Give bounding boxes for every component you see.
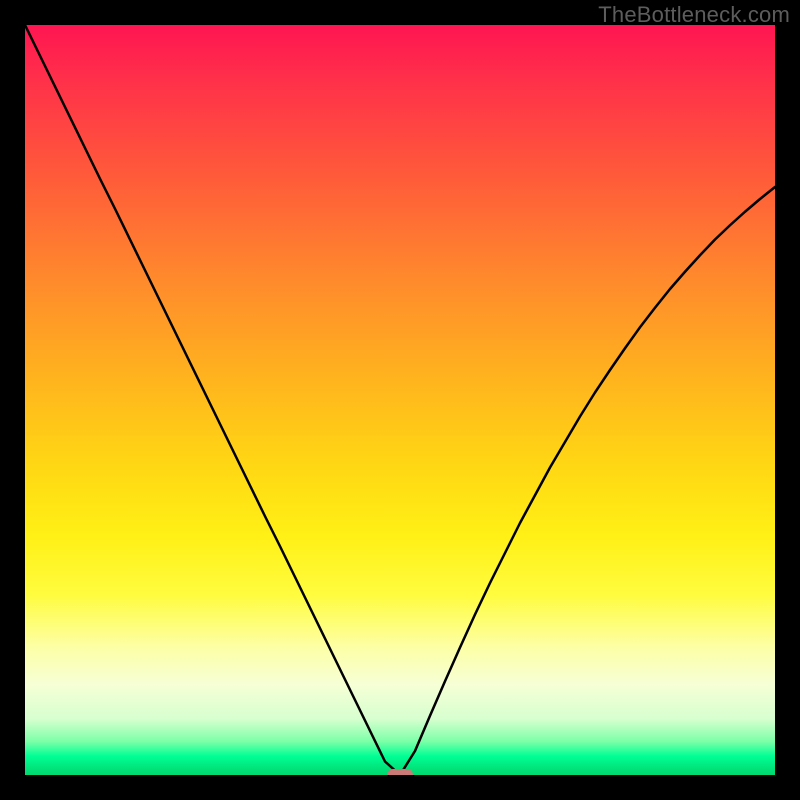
minimum-marker: [387, 769, 413, 775]
attribution-label: TheBottleneck.com: [598, 2, 790, 28]
plot-area: [25, 25, 775, 775]
chart-frame: TheBottleneck.com: [0, 0, 800, 800]
bottleneck-curve: [25, 25, 775, 775]
